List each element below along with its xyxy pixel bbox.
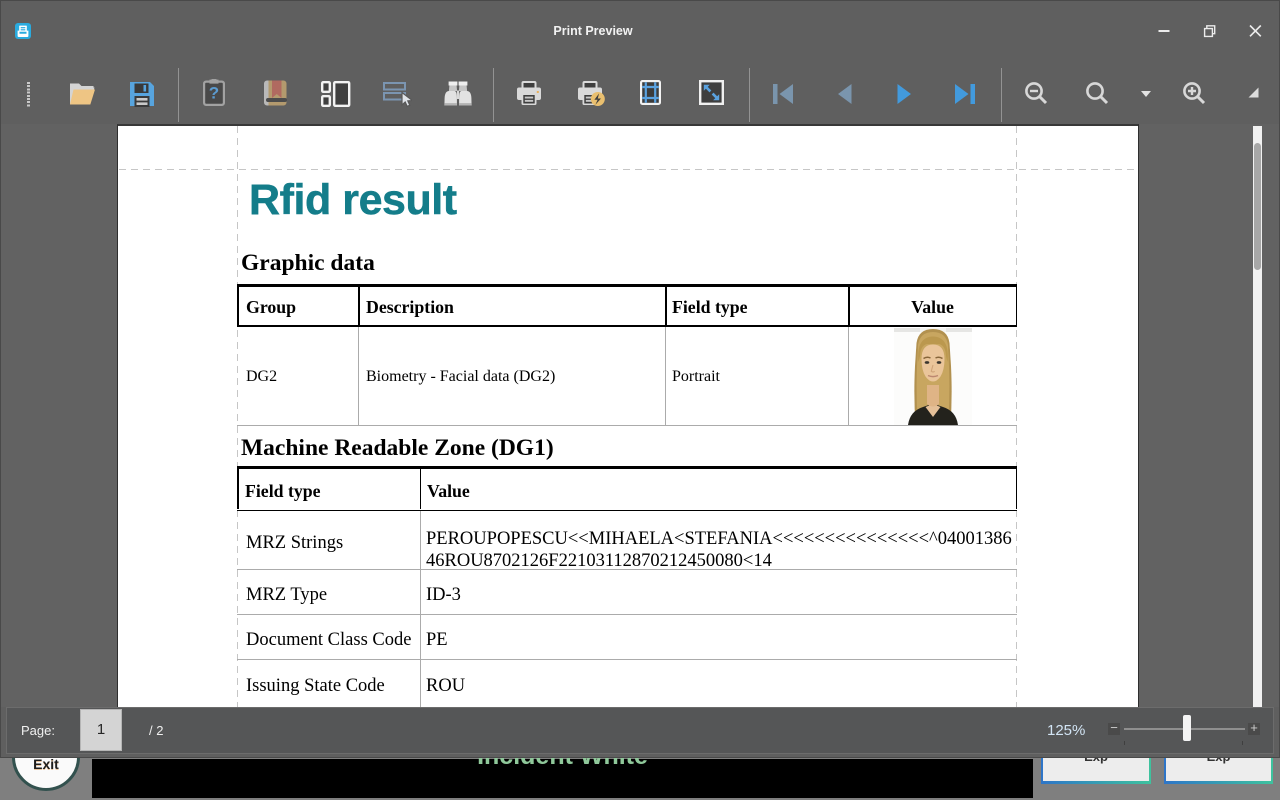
svg-text:?: ? bbox=[209, 84, 219, 103]
